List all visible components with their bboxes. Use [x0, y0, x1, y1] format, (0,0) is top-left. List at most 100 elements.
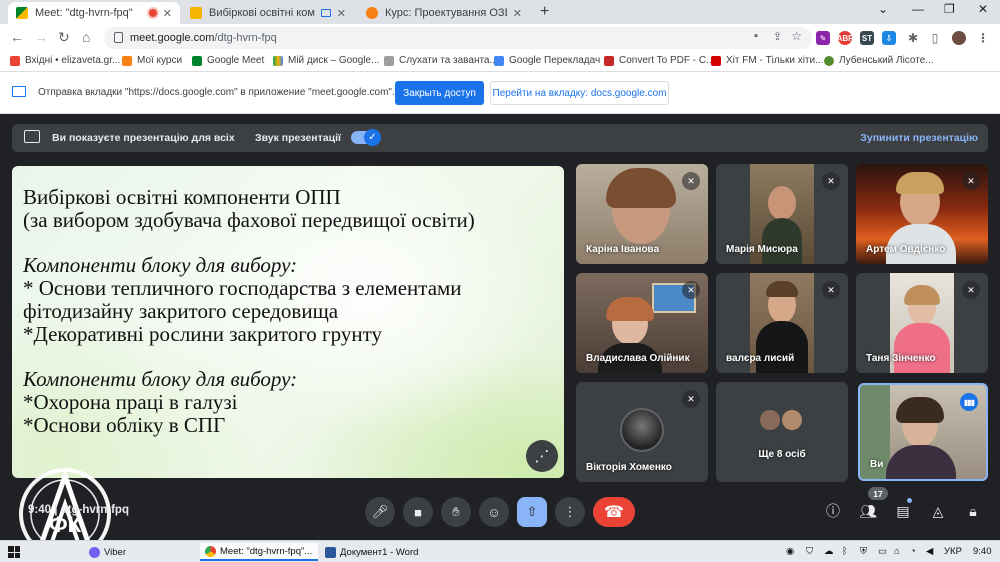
close-window-button[interactable]: ✕	[978, 2, 988, 16]
network-icon[interactable]: ⌂	[894, 546, 900, 557]
slide-block1-item: *Декоративні рослини закритого грунту	[23, 322, 383, 346]
go-to-tab-button[interactable]: Перейти на вкладку: docs.google.com	[490, 81, 669, 105]
hand-icon: ✋︎	[452, 504, 460, 519]
emoji-reaction-button[interactable]: ☺	[479, 497, 509, 527]
input-language[interactable]: УКР	[944, 546, 962, 557]
pen-extension-icon[interactable]: ✎	[816, 31, 830, 45]
avatar	[758, 408, 782, 432]
lock-person-icon: 🔒︎	[969, 502, 977, 519]
bookmark-meet[interactable]: Google Meet	[192, 55, 264, 66]
speaking-indicator-icon: ▮▮▮	[960, 393, 978, 411]
cloud-icon[interactable]: ☁	[824, 546, 834, 557]
chrome-icon	[205, 545, 216, 557]
reload-icon[interactable]: ↻	[58, 29, 70, 46]
browser-menu-icon[interactable]: ⋮	[976, 31, 990, 45]
participant-tile[interactable]: ✕ Таня Зінченко	[856, 273, 988, 373]
tab-search-icon[interactable]: ⌄	[878, 2, 888, 16]
close-tab-icon[interactable]: ✕	[513, 7, 522, 20]
forward-icon[interactable]: →	[34, 29, 48, 45]
minimize-button[interactable]: —	[912, 2, 924, 16]
display-icon[interactable]: ▭	[878, 546, 887, 557]
self-view-tile[interactable]: ▮▮▮ Ви	[858, 383, 988, 481]
mic-off-icon: ✕	[682, 390, 700, 408]
leave-call-button[interactable]: ☎︎	[593, 497, 635, 527]
bookmark-translate[interactable]: Google Перекладач	[494, 55, 600, 66]
participant-tile[interactable]: ✕ Каріна Іванова	[576, 164, 708, 264]
participant-tile[interactable]: ✕ Артем Овдієнко	[856, 164, 988, 264]
google-meet-icon	[192, 55, 202, 66]
st-extension-icon[interactable]: ST	[860, 31, 874, 45]
close-tab-icon[interactable]: ✕	[163, 7, 172, 20]
bookmark-pdf[interactable]: Convert To PDF - C...	[604, 55, 714, 66]
extensions-puzzle-icon[interactable]: ✱	[906, 31, 920, 45]
adblock-icon[interactable]: ABP	[837, 31, 853, 45]
participant-tile[interactable]: ✕ Владислава Олійник	[576, 273, 708, 373]
home-icon[interactable]: ⌂	[82, 29, 90, 45]
bluetooth-icon[interactable]: ᛒ	[842, 546, 848, 557]
chat-icon: ▤	[896, 502, 910, 519]
taskbar-clock[interactable]: 9:40	[973, 546, 992, 557]
taskbar-app-word[interactable]: Документ1 - Word	[320, 543, 423, 561]
stop-presenting-button[interactable]: Зупинити презентацію	[860, 132, 978, 144]
chat-button[interactable]: ▤	[892, 500, 914, 522]
cast-tab-icon	[12, 86, 26, 97]
camera-button[interactable]: ■	[403, 497, 433, 527]
word-icon	[325, 546, 336, 558]
side-panel-icon[interactable]: ▯	[928, 31, 942, 45]
bookmark-courses[interactable]: Мої курси	[122, 55, 182, 66]
bookmark-star-icon[interactable]: ☆	[791, 29, 802, 43]
presenting-bar: Ви показуєте презентацію для всіх Звук п…	[12, 124, 988, 152]
host-controls-button[interactable]: 🔒︎	[962, 500, 984, 522]
volume-icon[interactable]: ◀	[926, 546, 933, 557]
shield-icon[interactable]: ⛉	[806, 546, 813, 557]
meeting-details-button[interactable]: ⓘ	[822, 500, 844, 522]
participant-tile[interactable]: ✕ валєра лисий	[716, 273, 848, 373]
more-participants-tile[interactable]: Ще 8 осіб	[716, 382, 848, 482]
present-now-button[interactable]: ⇧	[517, 497, 547, 527]
close-tab-icon[interactable]: ✕	[337, 7, 346, 20]
participant-tile[interactable]: ✕ Марія Мисюра	[716, 164, 848, 264]
more-options-button[interactable]: ⋮	[555, 497, 585, 527]
sharing-message: Отправка вкладки "https://docs.google.co…	[38, 87, 401, 98]
video-camera-icon: ■	[414, 504, 422, 520]
stop-sharing-button[interactable]: Закрыть доступ	[395, 81, 484, 105]
raise-hand-button[interactable]: ✋︎	[441, 497, 471, 527]
meeting-time-code: 9:40 | dtg-hvrn-fpq	[28, 504, 129, 516]
address-bar[interactable]: meet.google.com/dtg-hvrn-fpq ▪ ⇪ ☆	[104, 27, 812, 49]
taskbar-app-viber[interactable]: Viber	[84, 543, 131, 561]
presenting-status: Ви показуєте презентацію для всіх	[52, 132, 235, 144]
slide-block1-item: * Основи тепличного господарства з елеме…	[23, 276, 462, 300]
camera-icon[interactable]: ▪	[754, 30, 758, 42]
people-button[interactable]: 👥︎	[857, 500, 879, 522]
bookmark-hitfm[interactable]: Хіт FM - Тільки хіти...	[711, 55, 823, 66]
music-icon	[384, 55, 394, 66]
presentation-audio-toggle[interactable]: ✓	[351, 129, 381, 146]
activities-button[interactable]: ◬	[927, 500, 949, 522]
download-extension-icon[interactable]: ⇩	[882, 31, 896, 45]
new-tab-button[interactable]: +	[540, 3, 549, 21]
maximize-button[interactable]: ❐	[944, 2, 955, 16]
url-host: meet.google.com	[130, 32, 215, 44]
viber-tray-icon[interactable]: ◉	[786, 546, 794, 557]
bookmark-gmail[interactable]: Вхідні • elizaveta.gr...	[10, 55, 120, 66]
wifi-icon[interactable]: ◔	[910, 546, 916, 557]
participant-name: Ви	[870, 459, 884, 470]
taskbar-app-chrome[interactable]: Meet: "dtg-hvrn-fpq"...	[200, 543, 318, 561]
participant-tile[interactable]: ✕ Вікторія Хоменко	[576, 382, 708, 482]
defender-icon[interactable]: ⛨	[860, 546, 867, 557]
bookmark-college[interactable]: Лубенський Лісоте...	[824, 55, 934, 66]
back-icon[interactable]: ←	[10, 29, 24, 45]
share-icon[interactable]: ⋰	[526, 440, 558, 472]
meeting-code: dtg-hvrn-fpq	[60, 504, 129, 516]
bookmark-drive[interactable]: Мій диск – Google...	[273, 55, 379, 66]
tab-title: Вибіркові освітні компонен	[209, 7, 315, 19]
pdf-icon	[604, 55, 614, 66]
tab-docs[interactable]: Вибіркові освітні компонен ✕	[182, 2, 354, 24]
tab-meet[interactable]: Meet: "dtg-hvrn-fpq" ✕	[8, 2, 180, 24]
microphone-button[interactable]: 🎤︎	[365, 497, 395, 527]
bookmark-music[interactable]: Слухати та заванта...	[384, 55, 498, 66]
share-icon[interactable]: ⇪	[773, 30, 782, 43]
windows-start-icon[interactable]	[8, 546, 20, 558]
tab-course[interactable]: Курс: Проектування ОЗБ СПГ ✕	[358, 2, 530, 24]
profile-avatar[interactable]	[952, 31, 966, 45]
